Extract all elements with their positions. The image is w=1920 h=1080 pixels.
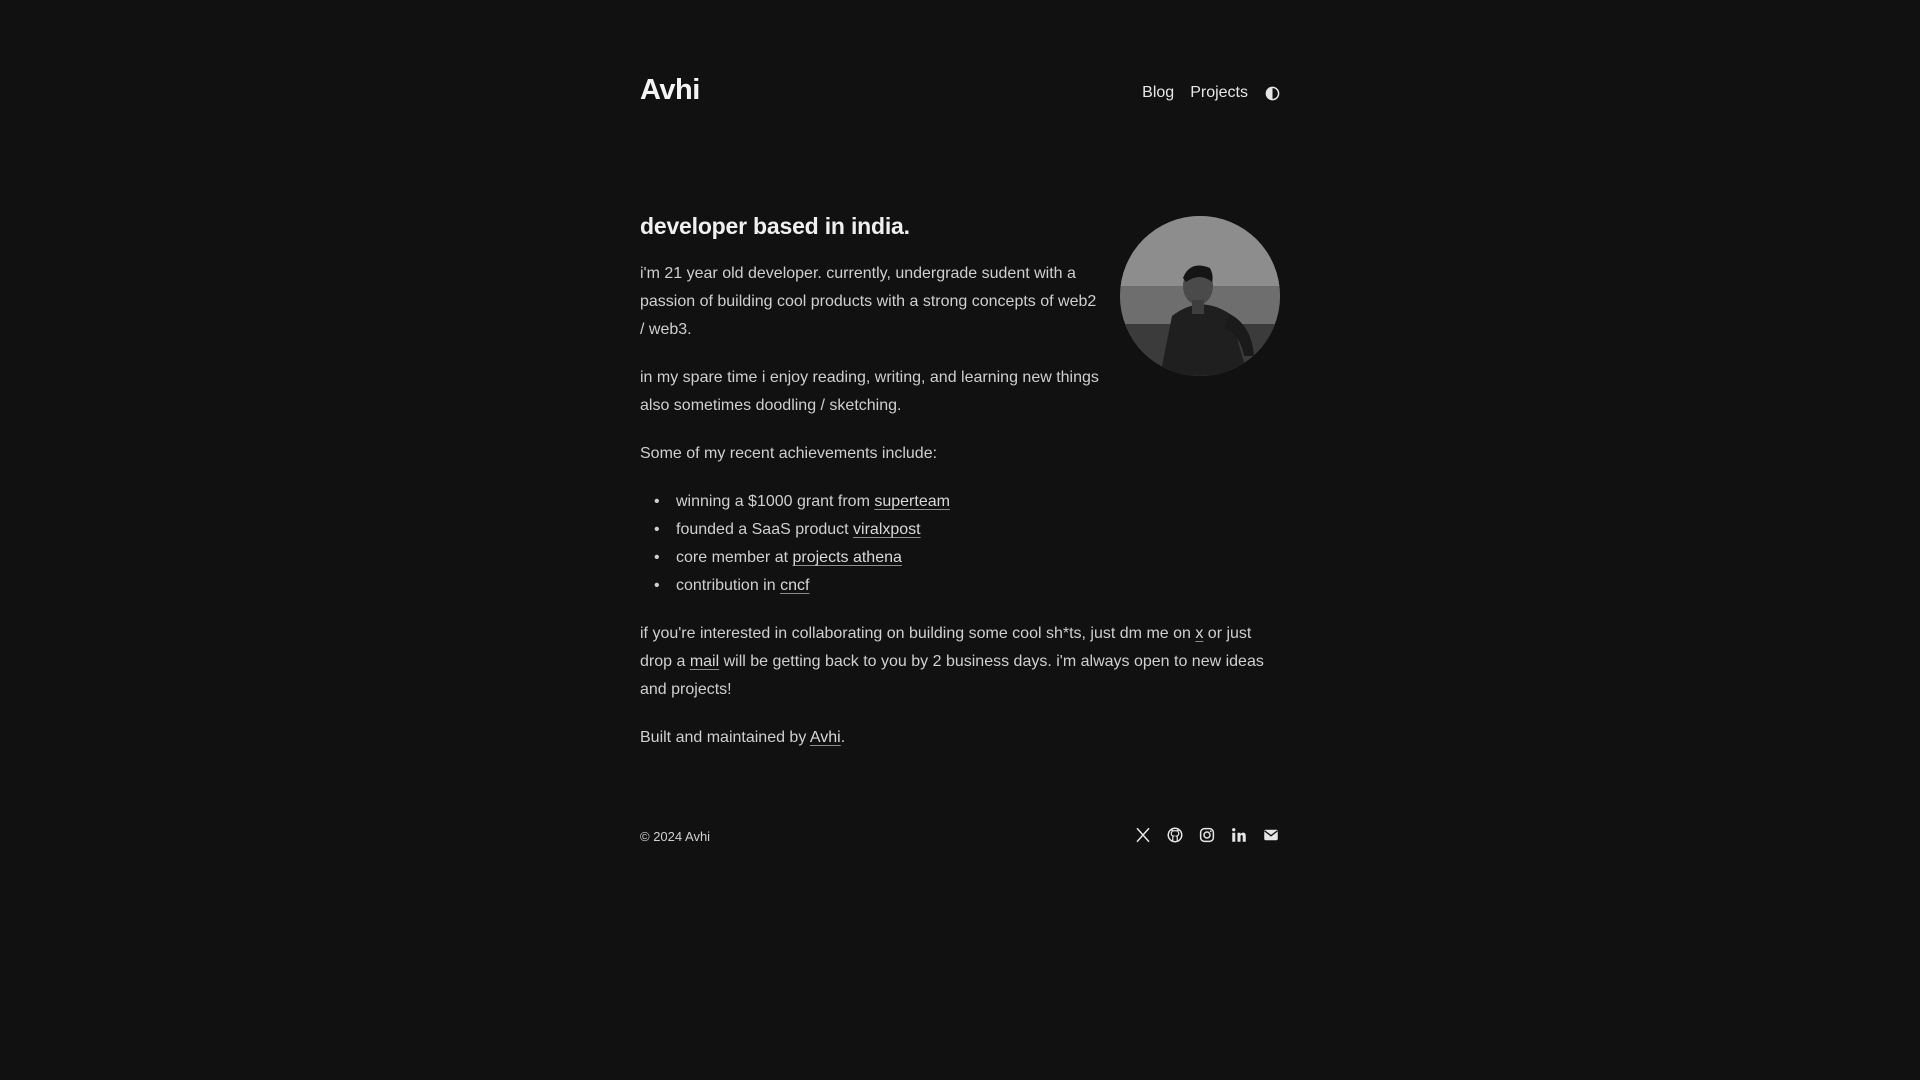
instagram-social-link[interactable] (1198, 826, 1216, 844)
site-header: Avhi Blog Projects (640, 74, 1280, 114)
list-item: founded a SaaS product viralxpost (654, 516, 1280, 544)
copyright-text: © 2024 Avhi (640, 829, 711, 844)
superteam-link[interactable]: superteam (874, 493, 950, 510)
nav-link-projects[interactable]: Projects (1190, 84, 1248, 102)
mail-icon (1264, 829, 1278, 841)
list-item: core member at projects athena (654, 544, 1280, 572)
achievements-intro: Some of my recent achievements include: (640, 445, 938, 462)
achievement-text: winning a $1000 grant from (676, 493, 875, 510)
social-links (1134, 826, 1280, 844)
viralxpost-link[interactable]: viralxpost (853, 521, 921, 538)
achievement-text: contribution in (676, 577, 781, 594)
contrast-icon (1265, 86, 1279, 100)
site-title-link[interactable]: Avhi (640, 74, 700, 107)
site-footer: © 2024 Avhi (640, 826, 1280, 848)
intro-paragraph-2: in my spare time i enjoy reading, writin… (640, 369, 1099, 414)
main-content: i'm 21 year old developer. currently, un… (640, 260, 1280, 772)
built-prefix: Built and maintained by (640, 729, 810, 746)
achievements-list: winning a $1000 grant from superteam fou… (640, 488, 1280, 600)
contact-paragraph: if you're interested in collaborating on… (640, 620, 1280, 704)
built-by-paragraph: Built and maintained by Avhi. (640, 724, 1280, 752)
cncf-link[interactable]: cncf (780, 577, 809, 594)
github-icon (1167, 827, 1183, 843)
contact-text-3: will be getting back to you by 2 busines… (640, 653, 1264, 698)
linkedin-icon (1232, 828, 1246, 842)
theme-toggle-button[interactable] (1264, 85, 1280, 101)
author-link[interactable]: Avhi (810, 729, 841, 746)
linkedin-social-link[interactable] (1230, 826, 1248, 844)
achievement-text: core member at (676, 549, 793, 566)
nav-link-blog[interactable]: Blog (1142, 84, 1174, 102)
github-social-link[interactable] (1166, 826, 1184, 844)
instagram-icon (1199, 827, 1215, 843)
intro-paragraph-1: i'm 21 year old developer. currently, un… (640, 265, 1097, 338)
x-social-link[interactable] (1134, 826, 1152, 844)
mail-link[interactable]: mail (690, 653, 719, 670)
list-item: winning a $1000 grant from superteam (654, 488, 1280, 516)
list-item: contribution in cncf (654, 572, 1280, 600)
hero-title: developer based in india. (640, 213, 910, 240)
mail-social-link[interactable] (1262, 826, 1280, 844)
achievement-text: founded a SaaS product (676, 521, 854, 538)
main-nav: Blog Projects (1142, 84, 1280, 102)
x-icon (1136, 827, 1150, 843)
contact-text-1: if you're interested in collaborating on… (640, 625, 1196, 642)
built-suffix: . (840, 729, 846, 746)
projects-athena-link[interactable]: projects athena (792, 549, 901, 566)
